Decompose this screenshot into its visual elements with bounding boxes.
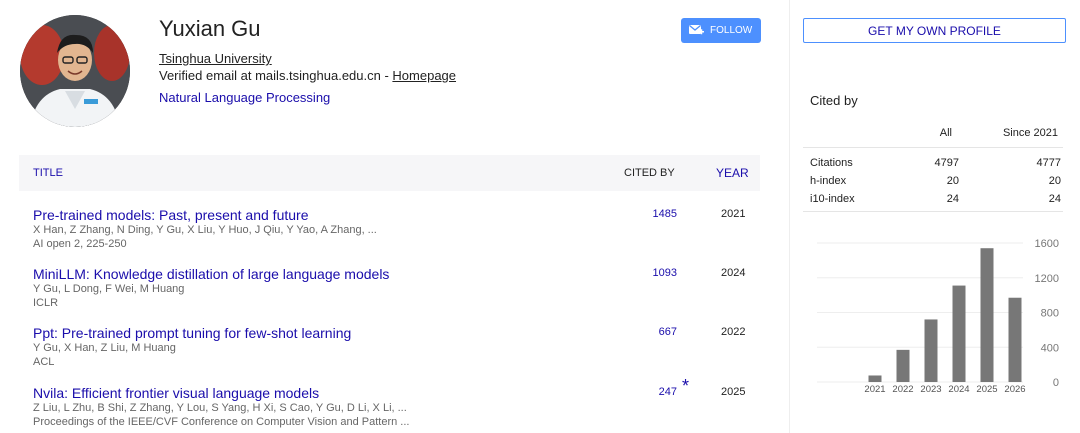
bar-2022[interactable] <box>896 349 910 382</box>
table-row: Ppt: Pre-trained prompt tuning for few-s… <box>19 325 760 383</box>
affiliation-link[interactable]: Tsinghua University <box>159 51 272 66</box>
email-text: Verified email at mails.tsinghua.edu.cn … <box>159 68 393 83</box>
metric-label: Citations <box>810 157 853 169</box>
merged-citations-star[interactable]: * <box>682 376 689 397</box>
stats-row: h-index 20 20 <box>810 175 1066 192</box>
bar-2023[interactable] <box>924 319 938 382</box>
citation-count[interactable]: 1093 <box>653 267 677 279</box>
stats-row: Citations 4797 4777 <box>810 157 1066 174</box>
publication-year: 2025 <box>721 386 746 398</box>
publication-year: 2024 <box>721 267 746 279</box>
metric-since: 20 <box>1048 175 1061 187</box>
mail-plus-icon <box>689 24 704 35</box>
publication-venue: ICLR <box>33 297 59 309</box>
metric-all: 20 <box>946 175 959 187</box>
x-tick-label: 2025 <box>976 384 997 395</box>
cited-by-title: Cited by <box>810 93 858 108</box>
table-row: Pre-trained models: Past, present and fu… <box>19 207 760 265</box>
publication-venue: AI open 2, 225-250 <box>33 238 127 250</box>
publication-title[interactable]: Nvila: Efficient frontier visual languag… <box>33 385 319 401</box>
y-tick-label: 800 <box>1041 308 1059 320</box>
y-tick-label: 0 <box>1053 377 1059 389</box>
sort-by-title[interactable]: TITLE <box>33 167 63 179</box>
bar-2026[interactable] <box>1008 297 1022 382</box>
avatar <box>20 15 130 127</box>
follow-button[interactable]: FOLLOW <box>681 18 761 43</box>
publication-authors: X Han, Z Zhang, N Ding, Y Gu, X Liu, Y H… <box>33 224 377 236</box>
metric-label: i10-index <box>810 193 855 205</box>
stats-col-all: All <box>939 127 952 139</box>
verified-email: Verified email at mails.tsinghua.edu.cn … <box>159 68 456 83</box>
x-tick-label: 2021 <box>864 384 885 395</box>
x-tick-label: 2022 <box>892 384 913 395</box>
publication-year: 2021 <box>721 208 746 220</box>
publications-table-header: TITLE CITED BY YEAR <box>19 155 760 191</box>
citations-per-year-chart: 0 400 800 1200 1600 2021 2022 2023 2024 2025 2026 <box>817 238 1059 395</box>
citation-count[interactable]: 667 <box>659 326 677 338</box>
follow-label: FOLLOW <box>710 25 753 36</box>
metric-all: 24 <box>946 193 959 205</box>
publication-title[interactable]: MiniLLM: Knowledge distillation of large… <box>33 266 389 282</box>
table-row: Nvila: Efficient frontier visual languag… <box>19 376 760 433</box>
publication-title[interactable]: Pre-trained models: Past, present and fu… <box>33 207 308 223</box>
avatar-image <box>20 15 130 127</box>
y-tick-label: 400 <box>1041 342 1059 354</box>
publication-authors: Y Gu, X Han, Z Liu, M Huang <box>33 342 176 354</box>
column-divider <box>789 0 790 433</box>
metric-since: 4777 <box>1036 157 1061 169</box>
stats-row: i10-index 24 24 <box>810 193 1066 210</box>
bar-2025[interactable] <box>980 248 994 382</box>
get-my-own-profile-button[interactable]: GET MY OWN PROFILE <box>803 18 1066 43</box>
bar-2021[interactable] <box>868 375 882 382</box>
stats-header-rule <box>803 147 1063 148</box>
publication-venue: ACL <box>33 356 55 368</box>
sort-by-year[interactable]: YEAR <box>716 166 749 180</box>
homepage-link[interactable]: Homepage <box>392 68 456 83</box>
bar-2024[interactable] <box>952 285 966 382</box>
publication-year: 2022 <box>721 326 746 338</box>
y-tick-label: 1600 <box>1035 238 1059 250</box>
stats-col-since: Since 2021 <box>1002 127 1058 139</box>
metric-all: 4797 <box>934 157 959 169</box>
stats-bottom-rule <box>803 211 1063 212</box>
sort-by-cited[interactable]: CITED BY <box>624 167 675 179</box>
publication-authors: Y Gu, L Dong, F Wei, M Huang <box>33 283 185 295</box>
publication-authors: Z Liu, L Zhu, B Shi, Z Zhang, Y Lou, S Y… <box>33 402 407 414</box>
metric-since: 24 <box>1048 193 1061 205</box>
x-tick-label: 2026 <box>1004 384 1025 395</box>
research-interest-link[interactable]: Natural Language Processing <box>159 90 330 105</box>
x-tick-label: 2023 <box>920 384 941 395</box>
table-row: MiniLLM: Knowledge distillation of large… <box>19 266 760 324</box>
metric-label: h-index <box>810 175 847 187</box>
profile-name: Yuxian Gu <box>159 16 261 41</box>
citation-count[interactable]: 1485 <box>653 208 677 220</box>
publication-venue: Proceedings of the IEEE/CVF Conference o… <box>33 416 410 428</box>
x-tick-label: 2024 <box>948 384 969 395</box>
y-tick-label: 1200 <box>1035 273 1059 285</box>
citation-count[interactable]: 247 <box>659 386 677 398</box>
publication-title[interactable]: Ppt: Pre-trained prompt tuning for few-s… <box>33 325 351 341</box>
